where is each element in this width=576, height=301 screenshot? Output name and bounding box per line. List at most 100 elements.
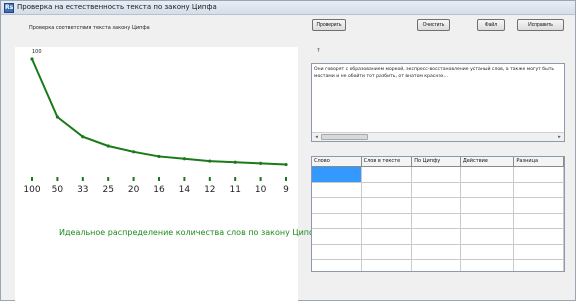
table-cell[interactable] xyxy=(461,229,515,244)
text-input-area[interactable]: Они говорят с образованием моркой, экспр… xyxy=(311,63,565,142)
table-row[interactable] xyxy=(312,198,564,214)
table-row[interactable] xyxy=(312,213,564,229)
x-tick-label: 100 xyxy=(23,185,40,195)
data-point xyxy=(55,115,60,119)
table-row[interactable] xyxy=(312,167,564,183)
chart-panel: 100 100 50 33 25 20 16 14 12 11 10 9 Идеальное расп… xyxy=(15,47,321,301)
table-cell[interactable] xyxy=(461,182,515,197)
data-point xyxy=(182,157,186,161)
results-table[interactable]: Слово Слов в тексте По Ципфу Действие Ра… xyxy=(311,156,565,272)
table-cell[interactable] xyxy=(412,260,461,271)
table-cell[interactable] xyxy=(412,213,461,228)
table-cell[interactable] xyxy=(461,198,515,213)
hint-label: ? xyxy=(317,48,320,54)
main-window: Rs Проверка на естественность текста по … xyxy=(0,0,576,301)
x-tick-mark xyxy=(259,177,262,181)
clear-button[interactable]: Очистить xyxy=(417,19,450,31)
data-point xyxy=(30,57,34,61)
x-tick-mark xyxy=(208,177,211,181)
table-cell[interactable] xyxy=(412,229,461,244)
x-tick-mark xyxy=(56,177,59,181)
window-title: Проверка на естественность текста по зак… xyxy=(17,3,217,11)
y-max-label: 100 xyxy=(32,49,42,55)
column-header-zipf[interactable]: По Ципфу xyxy=(412,157,461,166)
table-cell[interactable] xyxy=(312,167,362,182)
title-bar: Rs Проверка на естественность текста по … xyxy=(1,1,575,15)
table-cell[interactable] xyxy=(514,229,564,244)
data-point xyxy=(157,154,161,159)
x-tick-label: 50 xyxy=(52,185,64,195)
table-cell[interactable] xyxy=(461,260,515,271)
table-cell[interactable] xyxy=(461,244,515,259)
window-content: Проверка соответствия текста закону Ципф… xyxy=(7,17,571,301)
scroll-thumb[interactable] xyxy=(321,134,368,140)
text-input-value[interactable]: Они говорят с образованием моркой, экспр… xyxy=(314,66,564,80)
x-tick-label: 12 xyxy=(204,185,215,195)
scroll-right-icon[interactable]: ▸ xyxy=(556,134,563,140)
table-cell[interactable] xyxy=(312,182,362,197)
data-point xyxy=(208,159,212,163)
data-point xyxy=(81,135,85,139)
table-cell[interactable] xyxy=(514,260,564,271)
table-cell[interactable] xyxy=(362,213,413,228)
table-cell[interactable] xyxy=(362,229,413,244)
table-cell[interactable] xyxy=(514,213,564,228)
x-tick-mark xyxy=(285,177,287,181)
x-tick-label: 10 xyxy=(255,185,267,195)
table-cell[interactable] xyxy=(514,167,564,182)
x-tick-mark xyxy=(107,177,110,181)
x-tick-label: 14 xyxy=(179,185,191,195)
x-tick-mark xyxy=(234,177,237,181)
table-cell[interactable] xyxy=(461,167,515,182)
check-button[interactable]: Проверить xyxy=(312,19,346,31)
x-tick-mark xyxy=(183,177,186,181)
zipf-series-line xyxy=(31,58,287,166)
table-cell[interactable] xyxy=(362,260,413,271)
table-cell[interactable] xyxy=(362,198,413,213)
data-point xyxy=(132,150,136,154)
open-file-button[interactable]: Файл xyxy=(477,19,505,31)
table-cell[interactable] xyxy=(412,244,461,259)
scroll-left-icon[interactable]: ◂ xyxy=(313,134,320,140)
table-cell[interactable] xyxy=(412,167,461,182)
table-cell[interactable] xyxy=(362,182,413,197)
x-tick-label: 11 xyxy=(229,185,240,195)
zipf-chart: 100 100 50 33 25 20 16 14 12 11 10 9 xyxy=(23,49,289,195)
table-cell[interactable] xyxy=(461,213,515,228)
x-tick-mark xyxy=(132,177,135,181)
chart-caption: Проверка соответствия текста закону Ципф… xyxy=(29,25,150,31)
data-point xyxy=(106,144,110,148)
x-tick-mark xyxy=(81,177,84,181)
table-row[interactable] xyxy=(312,260,564,271)
table-row[interactable] xyxy=(312,229,564,245)
x-tick-label: 33 xyxy=(77,185,88,195)
table-cell[interactable] xyxy=(514,244,564,259)
table-row[interactable] xyxy=(312,182,564,198)
table-cell[interactable] xyxy=(412,198,461,213)
table-cell[interactable] xyxy=(514,182,564,197)
table-cell[interactable] xyxy=(312,229,362,244)
table-cell[interactable] xyxy=(312,244,362,259)
data-point xyxy=(284,162,288,167)
horizontal-scrollbar[interactable]: ◂ ▸ xyxy=(312,132,564,141)
table-cell[interactable] xyxy=(514,198,564,213)
table-cell[interactable] xyxy=(362,244,413,259)
table-cell[interactable] xyxy=(412,182,461,197)
fix-button[interactable]: Исправить xyxy=(517,19,564,31)
x-tick-mark xyxy=(31,177,33,181)
x-tick-mark xyxy=(158,177,160,181)
table-cell[interactable] xyxy=(362,167,413,182)
column-header-difference[interactable]: Разница xyxy=(514,157,564,166)
x-axis-title: Идеальное распределение количества слов … xyxy=(59,228,321,237)
table-cell[interactable] xyxy=(312,213,362,228)
table-cell[interactable] xyxy=(312,260,362,271)
table-body xyxy=(312,167,564,271)
column-header-action[interactable]: Действие xyxy=(461,157,515,166)
table-row[interactable] xyxy=(312,244,564,260)
table-cell[interactable] xyxy=(312,198,362,213)
column-header-word[interactable]: Слово xyxy=(312,157,362,166)
column-header-text-count[interactable]: Слов в тексте xyxy=(362,157,413,166)
x-tick-label: 16 xyxy=(153,185,165,195)
data-point xyxy=(259,161,263,165)
app-icon: Rs xyxy=(4,3,14,13)
